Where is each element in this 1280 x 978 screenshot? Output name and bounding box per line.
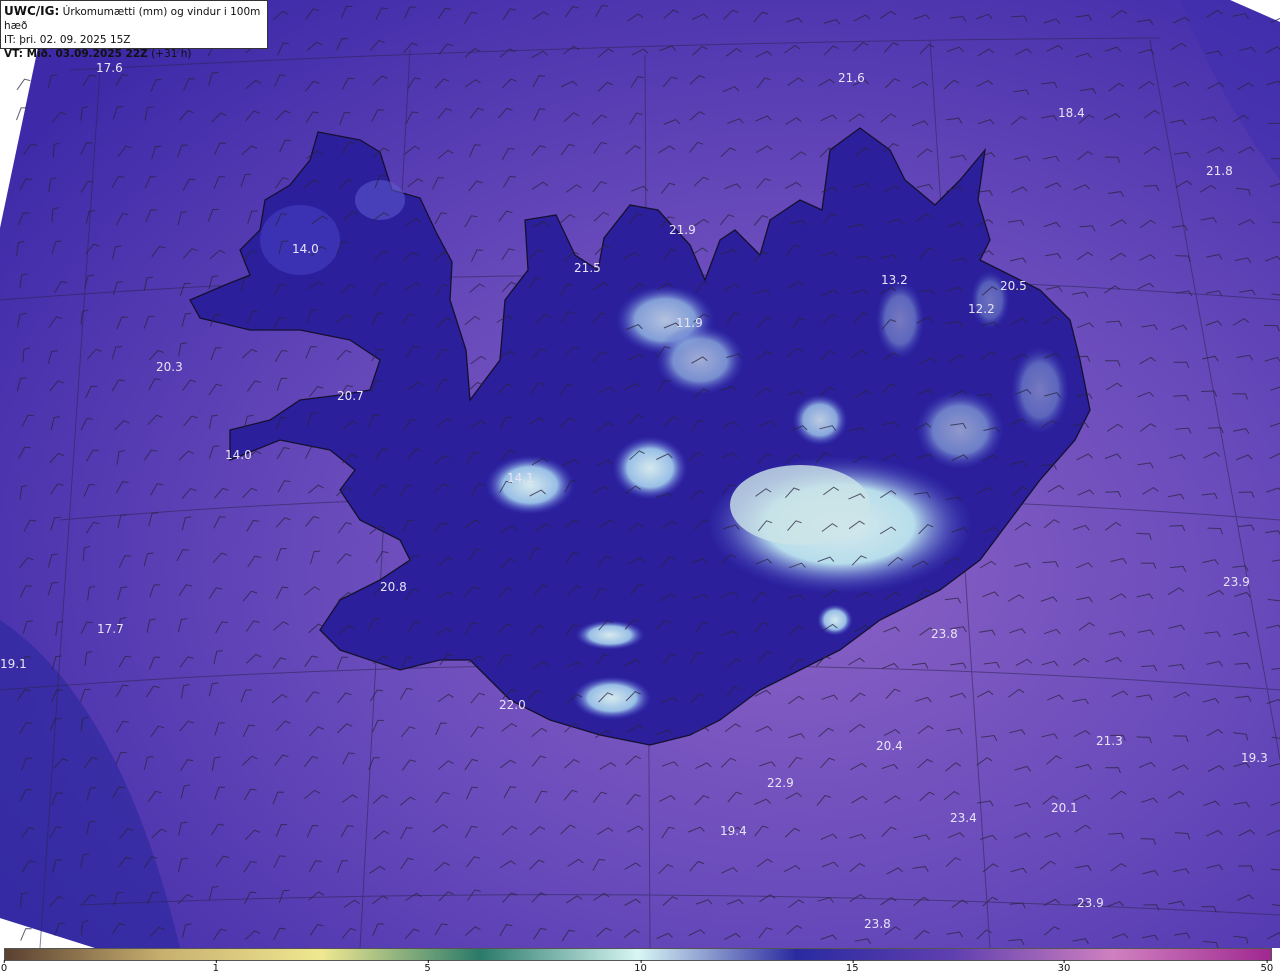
station-value: 17.6 [96, 61, 123, 75]
station-value: 22.9 [767, 776, 794, 790]
colorbar-tick: 10 [634, 960, 647, 974]
colorbar-ramp [4, 948, 1272, 961]
station-value: 12.2 [968, 302, 995, 316]
station-value: 20.7 [337, 389, 364, 403]
colorbar: 0 1 5 10 15 30 50 [0, 948, 1280, 978]
title-line: UWC/IG: Úrkomumætti (mm) og vindur i 100… [4, 4, 264, 33]
station-value: 23.8 [931, 627, 958, 641]
station-value: 21.6 [838, 71, 865, 85]
station-value: 18.4 [1058, 106, 1085, 120]
station-value: 20.4 [876, 739, 903, 753]
colorbar-ticks: 0 1 5 10 15 30 50 [0, 960, 1274, 978]
station-value: 23.9 [1077, 896, 1104, 910]
station-value: 23.9 [1223, 575, 1250, 589]
station-value: 14.0 [292, 242, 319, 256]
valid-time: VT: Mið. 03.09.2025 22Z [4, 48, 148, 60]
station-value: 23.8 [864, 917, 891, 931]
colorbar-tick: 5 [424, 960, 431, 974]
lead-time: (+31 h) [151, 48, 192, 60]
initial-time: IT: þri. 02. 09. 2025 15Z [4, 34, 131, 46]
station-value: 14.1 [507, 471, 534, 485]
model-name: UWC/IG: [4, 4, 60, 18]
station-value: 20.1 [1051, 801, 1078, 815]
colorbar-tick: 15 [845, 960, 859, 974]
station-value: 14.0 [225, 448, 252, 462]
station-value: 23.4 [950, 811, 977, 825]
station-value: 20.5 [1000, 279, 1027, 293]
map-header-box: UWC/IG: Úrkomumætti (mm) og vindur i 100… [0, 0, 268, 60]
colorbar-tick: 30 [1057, 960, 1071, 974]
colorbar-tick: 0 [0, 960, 8, 974]
station-value: 22.0 [499, 698, 526, 712]
station-value: 21.9 [669, 223, 696, 237]
colorbar-tick: 1 [212, 960, 219, 974]
colorbar-tick: 50 [1260, 960, 1274, 974]
station-value: 20.3 [156, 360, 183, 374]
station-value: 19.1 [0, 657, 27, 671]
precipitation-map: 17.6 21.6 18.4 21.8 14.0 21.9 21.5 13.2 … [0, 0, 1280, 948]
station-value: 11.9 [676, 316, 703, 330]
station-value: 19.4 [720, 824, 747, 838]
valid-time-line: VT: Mið. 03.09.2025 22Z (+31 h) [4, 47, 264, 61]
station-value: 17.7 [97, 622, 124, 636]
station-value: 21.5 [574, 261, 601, 275]
station-value: 20.8 [380, 580, 407, 594]
station-value: 13.2 [881, 273, 908, 287]
station-value: 19.3 [1241, 751, 1268, 765]
station-value: 21.3 [1096, 734, 1123, 748]
station-value: 21.8 [1206, 164, 1233, 178]
